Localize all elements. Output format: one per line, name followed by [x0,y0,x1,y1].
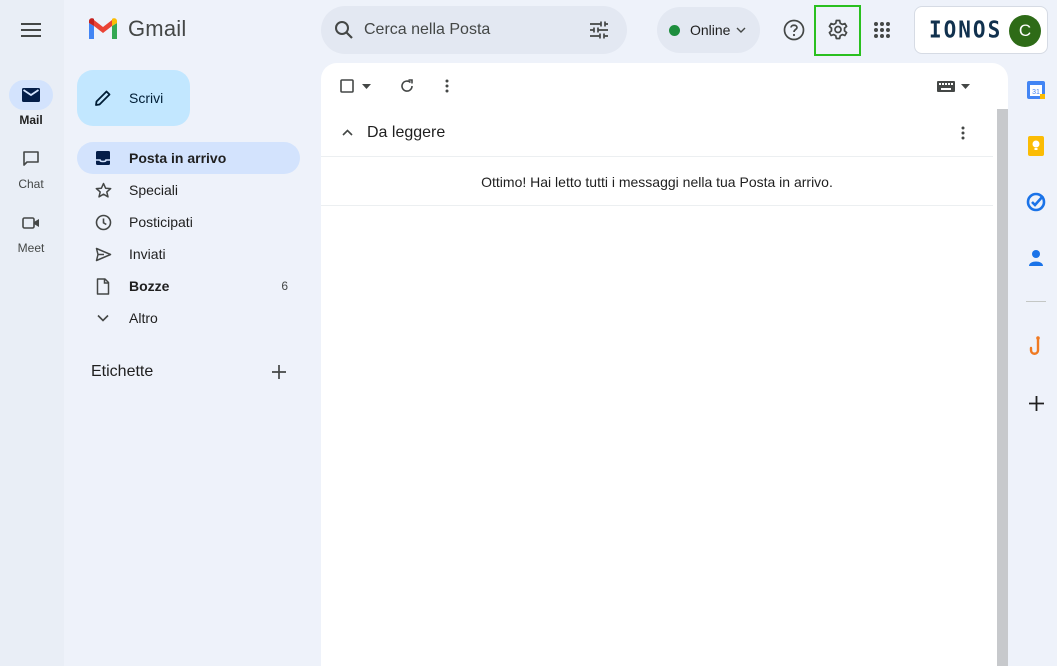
more-actions-button[interactable] [429,68,465,104]
help-button[interactable] [774,10,814,50]
addon-hook-icon [1029,336,1040,355]
gear-icon [828,19,848,40]
search-icon[interactable] [334,20,354,40]
rail-label-chat: Chat [18,177,44,191]
apps-grid-icon [874,22,890,38]
rail-item-chat[interactable]: Chat [0,144,62,191]
calendar-app-button[interactable]: 31 [1018,72,1054,108]
nav-item-drafts[interactable]: Bozze 6 [77,270,300,302]
app-rail: Mail Chat Meet [0,0,64,666]
collapse-section-button[interactable] [333,119,361,147]
inbox-icon [94,149,112,167]
rail-item-mail[interactable]: Mail [0,80,62,127]
account-switcher[interactable]: IONOS C [914,6,1048,54]
tasks-icon [1026,192,1046,212]
rail-pill-mail [9,80,53,110]
menu-icon [21,23,41,37]
star-icon [94,181,112,199]
calendar-icon: 31 [1027,81,1045,99]
search-input[interactable] [364,21,579,39]
rail-label-mail: Mail [19,113,43,127]
empty-inbox-message: Ottimo! Hai letto tutti i messaggi nella… [481,173,833,190]
plus-icon [1028,395,1044,411]
nav-label-drafts: Bozze [129,278,170,294]
get-addons-button[interactable] [1018,385,1054,421]
keep-icon [1028,136,1044,156]
refresh-button[interactable] [389,68,425,104]
compose-label: Scrivi [129,90,164,106]
nav-item-sent[interactable]: Inviati [77,238,300,270]
caret-down-icon [361,83,371,89]
labels-header: Etichette [91,360,300,384]
video-icon [22,217,39,229]
checkbox-icon [339,79,354,93]
side-panel-divider [1026,301,1046,302]
mail-toolbar [321,63,1008,109]
main-panel: Da leggere Ottimo! Hai letto tutti i mes… [321,63,1008,666]
nav-label-more: Altro [129,310,158,326]
avatar[interactable]: C [1009,15,1041,47]
ionos-logo: IONOS [929,16,1003,44]
nav-item-inbox[interactable]: Posta in arrivo [77,142,300,174]
search-bar [321,6,627,54]
mail-icon [22,88,40,102]
svg-text:31: 31 [1032,89,1040,96]
select-all-checkbox[interactable] [333,68,377,104]
nav-label-sent: Inviati [129,246,166,262]
create-label-button[interactable] [267,360,291,384]
nav-count-drafts: 6 [281,279,288,293]
pencil-icon [95,90,111,106]
caret-down-icon [960,83,970,89]
main-menu-button[interactable] [11,10,51,50]
plus-icon [272,365,286,379]
nav-label-starred: Speciali [129,182,179,198]
labels-title: Etichette [91,363,154,380]
help-icon [783,19,805,41]
section-options-button[interactable] [951,121,975,145]
more-vert-icon [961,126,965,139]
nav-item-starred[interactable]: Speciali [77,174,300,206]
refresh-icon [401,79,413,92]
chevron-down-icon [736,27,746,33]
contacts-icon [1029,250,1043,266]
rail-item-meet[interactable]: Meet [0,208,62,255]
status-selector[interactable]: Online [657,7,760,53]
tune-icon [590,21,608,39]
gmail-logo[interactable]: Gmail [87,16,186,42]
keep-app-button[interactable] [1018,128,1054,164]
more-vert-icon [445,79,449,93]
chevron-up-icon [341,129,353,136]
clock-icon [94,213,112,231]
contacts-app-button[interactable] [1018,240,1054,276]
chat-icon [23,151,39,166]
send-icon [94,245,112,263]
addon-app-button[interactable] [1018,329,1054,365]
settings-button[interactable] [818,10,858,50]
tasks-app-button[interactable] [1018,184,1054,220]
section-title: Da leggere [367,123,446,141]
status-dot [669,24,680,36]
search-options-button[interactable] [579,10,619,50]
nav-item-snoozed[interactable]: Posticipati [77,206,300,238]
scrollbar[interactable] [997,109,1008,666]
status-label: Online [690,22,731,38]
compose-button[interactable]: Scrivi [77,70,190,126]
nav-label-inbox: Posta in arrivo [129,150,227,166]
input-tools-button[interactable] [929,68,977,104]
logo-text: Gmail [128,16,187,41]
side-panel: 31 [1014,63,1057,666]
draft-icon [94,277,112,295]
empty-inbox-row: Ottimo! Hai letto tutti i messaggi nella… [321,158,993,206]
apps-button[interactable] [862,10,902,50]
nav-item-more[interactable]: Altro [77,302,300,334]
nav-label-snoozed: Posticipati [129,214,193,230]
keyboard-icon [936,80,955,92]
rail-pill-meet [9,208,53,238]
rail-pill-chat [9,144,53,174]
rail-label-meet: Meet [17,241,45,255]
section-header-unread: Da leggere [321,109,993,157]
chevron-down-icon [94,309,112,327]
gmail-m-icon [89,18,117,39]
